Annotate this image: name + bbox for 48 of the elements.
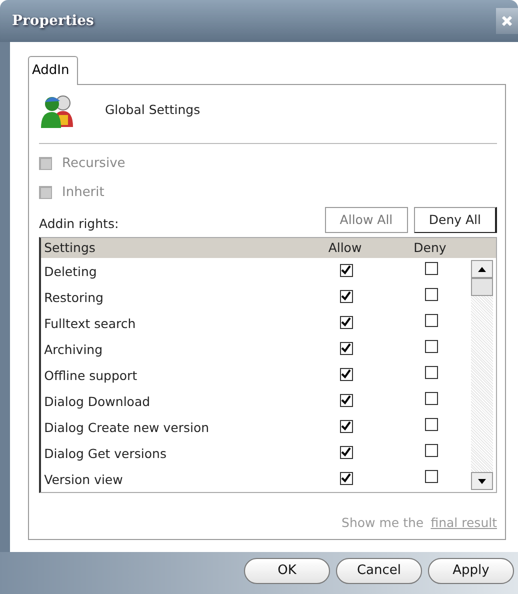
column-header: Settings — [43, 238, 96, 257]
checkbox[interactable] — [424, 288, 438, 302]
action-button[interactable]: Deny All — [414, 206, 497, 234]
dialog-button[interactable]: OK — [244, 558, 330, 584]
checkbox[interactable] — [424, 366, 438, 380]
checkbox[interactable] — [424, 444, 438, 458]
down-arrow-icon[interactable] — [478, 478, 486, 484]
checkbox[interactable] — [340, 446, 352, 459]
checkbox[interactable] — [424, 340, 438, 354]
footer-text: Show me the — [342, 515, 424, 530]
checkbox[interactable] — [340, 290, 352, 303]
checkbox[interactable] — [340, 316, 352, 329]
close-button[interactable] — [496, 8, 518, 34]
dialog-button[interactable]: Apply — [428, 558, 514, 584]
up-arrow-icon[interactable] — [478, 266, 486, 272]
checkbox[interactable] — [424, 418, 438, 432]
users-icon — [39, 92, 75, 128]
dialog-button[interactable]: Cancel — [336, 558, 422, 584]
checkbox[interactable] — [340, 394, 352, 407]
setting-name: Deleting — [43, 262, 98, 281]
checkbox[interactable] — [340, 420, 352, 433]
checkbox[interactable] — [424, 262, 438, 276]
checkbox[interactable] — [340, 342, 352, 355]
tab[interactable]: AddIn — [28, 56, 78, 84]
scrollbar-thumb[interactable] — [471, 278, 493, 296]
checkbox[interactable] — [424, 314, 438, 328]
setting-name: Fulltext search — [43, 314, 137, 332]
checkbox[interactable] — [424, 470, 438, 484]
setting-name: Dialog Download — [43, 392, 152, 411]
setting-name: Restoring — [43, 288, 104, 307]
setting-name: Dialog Get versions — [43, 444, 168, 463]
scrollbar[interactable] — [471, 260, 493, 490]
setting-name: Offline support — [43, 366, 138, 385]
window-title: Properties — [12, 12, 94, 30]
section-label: Addin rights: — [39, 214, 119, 233]
checkbox[interactable] — [340, 368, 352, 381]
setting-name: Archiving — [43, 340, 104, 359]
checkbox-label: Inherit — [62, 184, 104, 202]
header-title: Global Settings — [105, 101, 200, 120]
checkbox-label: Recursive — [62, 154, 126, 172]
close-icon — [501, 15, 513, 27]
column-header: Deny — [412, 238, 448, 257]
column-header: Allow — [327, 238, 363, 257]
checkbox[interactable] — [340, 472, 352, 485]
checkbox[interactable] — [340, 264, 352, 277]
setting-name: Version view — [43, 470, 124, 488]
setting-name: Dialog Create new version — [43, 418, 210, 437]
checkbox[interactable] — [424, 392, 438, 406]
